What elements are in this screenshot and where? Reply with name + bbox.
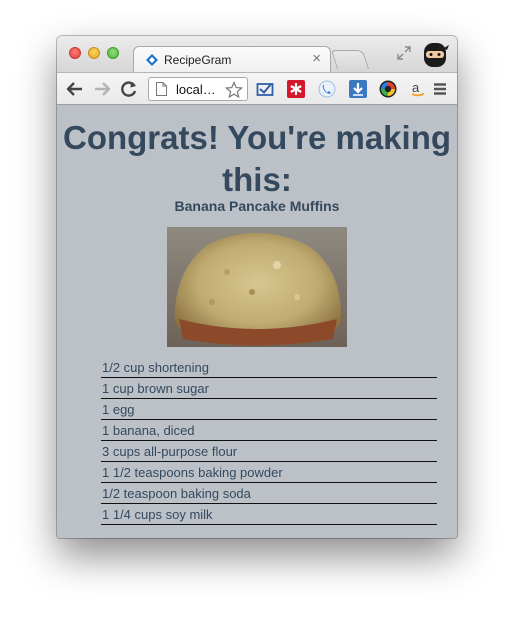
list-item: 1/2 cup shortening xyxy=(101,357,437,378)
list-item: 1 1/2 teaspoons baking powder xyxy=(101,462,437,483)
list-item: 1 banana, diced xyxy=(101,420,437,441)
page-title: Congrats! You're making this: xyxy=(62,119,452,198)
back-arrow-icon[interactable] xyxy=(65,79,85,99)
phone-icon[interactable] xyxy=(318,80,336,98)
asterisk-icon[interactable] xyxy=(287,80,305,98)
list-item: 1 cup brown sugar xyxy=(101,378,437,399)
list-item: 3 cups all-purpose flour xyxy=(101,441,437,462)
download-icon[interactable] xyxy=(349,80,367,98)
list-item: 1 1/4 cups soy milk xyxy=(101,504,437,525)
recipe-photo xyxy=(167,227,347,347)
svg-text:a: a xyxy=(412,80,420,95)
diamond-icon xyxy=(146,54,158,66)
tab-close-icon[interactable]: × xyxy=(312,50,321,67)
forward-arrow-icon[interactable] xyxy=(92,79,112,99)
ninja-avatar-icon[interactable] xyxy=(420,40,450,70)
url-text: local… xyxy=(176,82,216,97)
zoom-window-button[interactable] xyxy=(107,47,119,59)
recipe-name: Banana Pancake Muffins xyxy=(174,198,340,214)
ingredient-list: 1/2 cup shortening 1 cup brown sugar 1 e… xyxy=(101,357,437,525)
list-item: 1 egg xyxy=(101,399,437,420)
tab-recipegram[interactable]: RecipeGram × xyxy=(133,46,331,73)
browser-toolbar: local… a xyxy=(57,72,457,105)
tab-title: RecipeGram xyxy=(164,53,232,67)
title-bar: RecipeGram × xyxy=(57,36,457,73)
address-bar[interactable]: local… xyxy=(148,77,248,101)
fullscreen-icon[interactable] xyxy=(397,46,411,60)
mail-check-icon[interactable] xyxy=(256,80,274,98)
reload-icon[interactable] xyxy=(119,79,139,99)
minimize-window-button[interactable] xyxy=(88,47,100,59)
new-tab-button[interactable] xyxy=(330,50,370,69)
star-icon[interactable] xyxy=(225,81,243,99)
color-wheel-icon[interactable] xyxy=(379,80,397,98)
browser-window: RecipeGram × local… a Congrats! You're m… xyxy=(57,36,457,538)
page-icon xyxy=(156,82,167,96)
list-item: 1/2 teaspoon baking soda xyxy=(101,483,437,504)
page-content: Congrats! You're making this: Banana Pan… xyxy=(57,105,457,538)
amazon-icon[interactable]: a xyxy=(409,80,427,98)
close-window-button[interactable] xyxy=(69,47,81,59)
menu-icon[interactable] xyxy=(431,80,449,98)
